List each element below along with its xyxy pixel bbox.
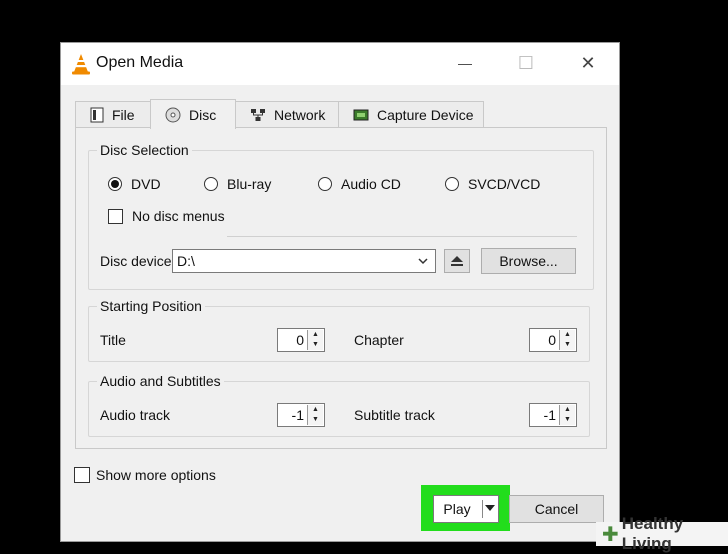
title-label: Title	[100, 332, 126, 348]
spin-down-icon: ▼	[312, 416, 319, 423]
dropdown-arrow-icon[interactable]	[485, 505, 495, 513]
radio-svcd-vcd[interactable]: SVCD/VCD	[445, 176, 540, 192]
no-disc-menus-box	[108, 208, 123, 224]
tab-network[interactable]: Network	[235, 101, 339, 127]
subtitle-spin-arrows[interactable]: ▲ ▼	[559, 405, 575, 425]
show-more-options-checkbox[interactable]: Show more options	[74, 467, 216, 483]
radio-svcd-vcd-label: SVCD/VCD	[468, 176, 541, 192]
spin-down-icon: ▼	[312, 341, 319, 348]
disc-device-label: Disc device	[100, 253, 172, 269]
radio-audio-cd-label: Audio CD	[341, 176, 401, 192]
spin-up-icon: ▲	[564, 331, 571, 338]
play-button-separator	[482, 500, 483, 518]
cancel-button[interactable]: Cancel	[509, 495, 604, 523]
browse-button[interactable]: Browse...	[481, 248, 576, 274]
maximize-icon: ☐	[517, 52, 535, 73]
subtitle-track-label: Subtitle track	[354, 407, 435, 423]
chapter-label: Chapter	[354, 332, 404, 348]
no-disc-menus-checkbox[interactable]: No disc menus	[108, 208, 225, 224]
subtitle-track-spinbox[interactable]: -1 ▲ ▼	[529, 403, 577, 427]
no-disc-menus-label: No disc menus	[132, 208, 225, 224]
radio-blu-ray-indicator	[204, 177, 218, 191]
cancel-button-label: Cancel	[534, 501, 579, 517]
radio-dvd[interactable]: DVD	[108, 176, 161, 192]
disc-icon	[165, 107, 181, 122]
radio-dvd-indicator	[108, 177, 122, 191]
show-more-options-box	[74, 467, 90, 483]
title-bar: Open Media — ☐ ✕	[61, 43, 619, 85]
window-title: Open Media	[96, 54, 184, 71]
close-button[interactable]: ✕	[557, 43, 619, 83]
separator	[227, 236, 577, 237]
tab-capture-device-label: Capture Device	[377, 106, 474, 123]
minimize-button[interactable]: —	[434, 43, 496, 83]
chapter-value: 0	[548, 332, 556, 348]
play-button[interactable]: Play	[433, 495, 499, 523]
close-icon: ✕	[580, 52, 596, 73]
disc-device-value: D:\	[177, 253, 195, 269]
audio-spin-arrows[interactable]: ▲ ▼	[307, 405, 323, 425]
spin-up-icon: ▲	[564, 406, 571, 413]
radio-audio-cd-indicator	[318, 177, 332, 191]
chapter-spinbox[interactable]: 0 ▲ ▼	[529, 328, 577, 352]
disc-selection-title: Disc Selection	[97, 142, 192, 158]
maximize-button[interactable]: ☐	[495, 43, 557, 83]
audio-track-spinbox[interactable]: -1 ▲ ▼	[277, 403, 325, 427]
radio-blu-ray-label: Blu-ray	[227, 176, 272, 192]
watermark-text: Healthy Living	[621, 514, 684, 553]
vlc-cone-icon	[72, 54, 90, 75]
eject-button[interactable]	[444, 249, 470, 273]
tab-capture-device[interactable]: Capture Device	[338, 101, 484, 127]
browse-button-label: Browse...	[499, 253, 558, 269]
title-spinbox[interactable]: 0 ▲ ▼	[277, 328, 325, 352]
audio-track-label: Audio track	[100, 407, 171, 423]
watermark-logo: ✚ Healthy Living	[596, 514, 728, 553]
eject-icon	[451, 256, 463, 266]
chevron-down-icon	[418, 258, 428, 265]
tab-file-label: File	[112, 106, 135, 123]
chapter-spin-arrows[interactable]: ▲ ▼	[559, 330, 575, 350]
file-icon	[90, 107, 104, 122]
plus-icon: ✚	[602, 523, 619, 546]
spin-down-icon: ▼	[564, 341, 571, 348]
subtitle-track-value: -1	[543, 407, 556, 423]
audio-subtitles-title: Audio and Subtitles	[97, 373, 224, 389]
radio-audio-cd[interactable]: Audio CD	[318, 176, 401, 192]
disc-device-combo[interactable]: D:\	[172, 249, 436, 273]
starting-position-group: Starting Position	[88, 298, 590, 362]
play-button-label: Play	[443, 501, 471, 517]
title-value: 0	[296, 332, 304, 348]
show-more-options-label: Show more options	[96, 467, 216, 483]
network-icon	[251, 108, 265, 121]
tab-disc[interactable]: Disc	[150, 99, 236, 129]
radio-dvd-label: DVD	[131, 176, 161, 192]
radio-blu-ray[interactable]: Blu-ray	[204, 176, 271, 192]
title-spin-arrows[interactable]: ▲ ▼	[307, 330, 323, 350]
starting-position-title: Starting Position	[97, 298, 205, 314]
spin-down-icon: ▼	[564, 416, 571, 423]
capture-device-icon	[353, 109, 369, 120]
tab-network-label: Network	[274, 106, 326, 123]
spin-up-icon: ▲	[312, 331, 319, 338]
audio-track-value: -1	[291, 407, 304, 423]
radio-svcd-vcd-indicator	[445, 177, 459, 191]
tab-disc-label: Disc	[189, 106, 217, 123]
tab-file[interactable]: File	[75, 101, 151, 127]
minimize-icon: —	[458, 55, 472, 71]
spin-up-icon: ▲	[312, 406, 319, 413]
